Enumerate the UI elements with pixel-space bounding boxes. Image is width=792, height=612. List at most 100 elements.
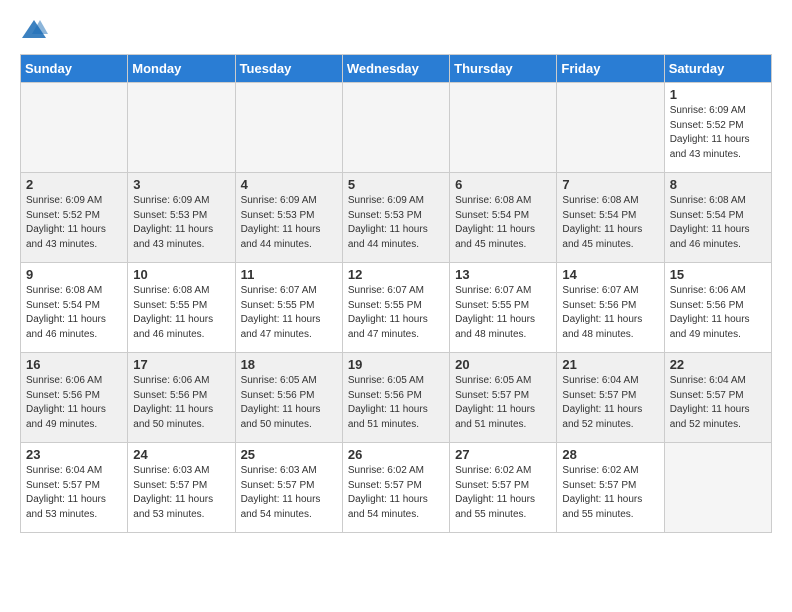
calendar-cell: 1 Sunrise: 6:09 AM Sunset: 5:52 PM Daylig… — [664, 83, 771, 173]
header — [20, 16, 772, 44]
calendar-day-header: Wednesday — [342, 55, 449, 83]
calendar-cell: 13 Sunrise: 6:07 AM Sunset: 5:55 PM Dayli… — [450, 263, 557, 353]
day-info: Sunrise: 6:06 AM Sunset: 5:56 PM Dayligh… — [26, 374, 122, 432]
calendar-cell: 16 Sunrise: 6:06 AM Sunset: 5:56 PM Dayli… — [21, 353, 128, 443]
calendar-day-header: Saturday — [664, 55, 771, 83]
day-info: Sunrise: 6:08 AM Sunset: 5:55 PM Dayligh… — [133, 284, 229, 342]
day-info: Sunrise: 6:09 AM Sunset: 5:52 PM Dayligh… — [670, 104, 766, 162]
calendar-week-row: 23 Sunrise: 6:04 AM Sunset: 5:57 PM Dayli… — [21, 443, 772, 533]
day-info: Sunrise: 6:05 AM Sunset: 5:57 PM Dayligh… — [455, 374, 551, 432]
day-number: 28 — [562, 447, 658, 462]
calendar-cell — [21, 83, 128, 173]
day-number: 27 — [455, 447, 551, 462]
day-info: Sunrise: 6:07 AM Sunset: 5:55 PM Dayligh… — [241, 284, 337, 342]
calendar-cell: 10 Sunrise: 6:08 AM Sunset: 5:55 PM Dayli… — [128, 263, 235, 353]
page: SundayMondayTuesdayWednesdayThursdayFrid… — [0, 0, 792, 549]
day-info: Sunrise: 6:07 AM Sunset: 5:56 PM Dayligh… — [562, 284, 658, 342]
calendar-cell: 5 Sunrise: 6:09 AM Sunset: 5:53 PM Daylig… — [342, 173, 449, 263]
day-info: Sunrise: 6:07 AM Sunset: 5:55 PM Dayligh… — [455, 284, 551, 342]
day-number: 12 — [348, 267, 444, 282]
calendar-day-header: Friday — [557, 55, 664, 83]
day-info: Sunrise: 6:03 AM Sunset: 5:57 PM Dayligh… — [241, 464, 337, 522]
day-info: Sunrise: 6:06 AM Sunset: 5:56 PM Dayligh… — [133, 374, 229, 432]
day-info: Sunrise: 6:04 AM Sunset: 5:57 PM Dayligh… — [26, 464, 122, 522]
calendar-day-header: Tuesday — [235, 55, 342, 83]
day-info: Sunrise: 6:04 AM Sunset: 5:57 PM Dayligh… — [562, 374, 658, 432]
calendar-cell: 15 Sunrise: 6:06 AM Sunset: 5:56 PM Dayli… — [664, 263, 771, 353]
day-info: Sunrise: 6:09 AM Sunset: 5:53 PM Dayligh… — [241, 194, 337, 252]
calendar-cell: 14 Sunrise: 6:07 AM Sunset: 5:56 PM Dayli… — [557, 263, 664, 353]
day-info: Sunrise: 6:02 AM Sunset: 5:57 PM Dayligh… — [455, 464, 551, 522]
day-info: Sunrise: 6:08 AM Sunset: 5:54 PM Dayligh… — [455, 194, 551, 252]
day-number: 25 — [241, 447, 337, 462]
day-number: 16 — [26, 357, 122, 372]
calendar-header-row: SundayMondayTuesdayWednesdayThursdayFrid… — [21, 55, 772, 83]
calendar-cell: 26 Sunrise: 6:02 AM Sunset: 5:57 PM Dayli… — [342, 443, 449, 533]
day-number: 20 — [455, 357, 551, 372]
day-number: 17 — [133, 357, 229, 372]
day-number: 23 — [26, 447, 122, 462]
calendar-week-row: 16 Sunrise: 6:06 AM Sunset: 5:56 PM Dayli… — [21, 353, 772, 443]
calendar-cell: 3 Sunrise: 6:09 AM Sunset: 5:53 PM Daylig… — [128, 173, 235, 263]
day-info: Sunrise: 6:09 AM Sunset: 5:53 PM Dayligh… — [348, 194, 444, 252]
logo — [20, 16, 52, 44]
day-number: 2 — [26, 177, 122, 192]
day-info: Sunrise: 6:02 AM Sunset: 5:57 PM Dayligh… — [562, 464, 658, 522]
calendar-cell: 23 Sunrise: 6:04 AM Sunset: 5:57 PM Dayli… — [21, 443, 128, 533]
day-info: Sunrise: 6:09 AM Sunset: 5:53 PM Dayligh… — [133, 194, 229, 252]
day-number: 14 — [562, 267, 658, 282]
calendar-cell — [450, 83, 557, 173]
day-number: 5 — [348, 177, 444, 192]
day-info: Sunrise: 6:05 AM Sunset: 5:56 PM Dayligh… — [348, 374, 444, 432]
day-number: 26 — [348, 447, 444, 462]
calendar-cell — [128, 83, 235, 173]
day-number: 15 — [670, 267, 766, 282]
calendar-cell: 2 Sunrise: 6:09 AM Sunset: 5:52 PM Daylig… — [21, 173, 128, 263]
calendar-cell: 22 Sunrise: 6:04 AM Sunset: 5:57 PM Dayli… — [664, 353, 771, 443]
day-number: 7 — [562, 177, 658, 192]
day-number: 21 — [562, 357, 658, 372]
calendar-cell: 20 Sunrise: 6:05 AM Sunset: 5:57 PM Dayli… — [450, 353, 557, 443]
calendar-week-row: 1 Sunrise: 6:09 AM Sunset: 5:52 PM Daylig… — [21, 83, 772, 173]
calendar-cell — [235, 83, 342, 173]
calendar-cell: 4Sunrise: 6:09 AM Sunset: 5:53 PM Daylig… — [235, 173, 342, 263]
day-info: Sunrise: 6:03 AM Sunset: 5:57 PM Dayligh… — [133, 464, 229, 522]
calendar-cell: 11 Sunrise: 6:07 AM Sunset: 5:55 PM Dayli… — [235, 263, 342, 353]
calendar-cell: 12 Sunrise: 6:07 AM Sunset: 5:55 PM Dayli… — [342, 263, 449, 353]
calendar-day-header: Sunday — [21, 55, 128, 83]
day-number: 1 — [670, 87, 766, 102]
calendar-cell: 6 Sunrise: 6:08 AM Sunset: 5:54 PM Daylig… — [450, 173, 557, 263]
day-number: 11 — [241, 267, 337, 282]
day-number: 19 — [348, 357, 444, 372]
day-info: Sunrise: 6:04 AM Sunset: 5:57 PM Dayligh… — [670, 374, 766, 432]
calendar-cell — [557, 83, 664, 173]
day-number: 3 — [133, 177, 229, 192]
day-info: Sunrise: 6:08 AM Sunset: 5:54 PM Dayligh… — [670, 194, 766, 252]
calendar-cell: 28 Sunrise: 6:02 AM Sunset: 5:57 PM Dayli… — [557, 443, 664, 533]
calendar-cell: 7 Sunrise: 6:08 AM Sunset: 5:54 PM Daylig… — [557, 173, 664, 263]
day-number: 8 — [670, 177, 766, 192]
calendar-cell: 21 Sunrise: 6:04 AM Sunset: 5:57 PM Dayli… — [557, 353, 664, 443]
day-info: Sunrise: 6:05 AM Sunset: 5:56 PM Dayligh… — [241, 374, 337, 432]
calendar-cell: 9 Sunrise: 6:08 AM Sunset: 5:54 PM Daylig… — [21, 263, 128, 353]
calendar-cell — [664, 443, 771, 533]
day-info: Sunrise: 6:08 AM Sunset: 5:54 PM Dayligh… — [562, 194, 658, 252]
day-info: Sunrise: 6:08 AM Sunset: 5:54 PM Dayligh… — [26, 284, 122, 342]
day-info: Sunrise: 6:06 AM Sunset: 5:56 PM Dayligh… — [670, 284, 766, 342]
calendar-cell: 18Sunrise: 6:05 AM Sunset: 5:56 PM Dayli… — [235, 353, 342, 443]
day-number: 10 — [133, 267, 229, 282]
day-number: 9 — [26, 267, 122, 282]
calendar-cell — [342, 83, 449, 173]
calendar-week-row: 9 Sunrise: 6:08 AM Sunset: 5:54 PM Daylig… — [21, 263, 772, 353]
calendar-cell: 25 Sunrise: 6:03 AM Sunset: 5:57 PM Dayli… — [235, 443, 342, 533]
day-number: 6 — [455, 177, 551, 192]
day-info: Sunrise: 6:02 AM Sunset: 5:57 PM Dayligh… — [348, 464, 444, 522]
day-info: Sunrise: 6:09 AM Sunset: 5:52 PM Dayligh… — [26, 194, 122, 252]
day-info: Sunrise: 6:07 AM Sunset: 5:55 PM Dayligh… — [348, 284, 444, 342]
calendar-cell: 19 Sunrise: 6:05 AM Sunset: 5:56 PM Dayli… — [342, 353, 449, 443]
day-number: 24 — [133, 447, 229, 462]
calendar-cell: 8 Sunrise: 6:08 AM Sunset: 5:54 PM Daylig… — [664, 173, 771, 263]
day-number: 13 — [455, 267, 551, 282]
day-number: 22 — [670, 357, 766, 372]
calendar: SundayMondayTuesdayWednesdayThursdayFrid… — [20, 54, 772, 533]
